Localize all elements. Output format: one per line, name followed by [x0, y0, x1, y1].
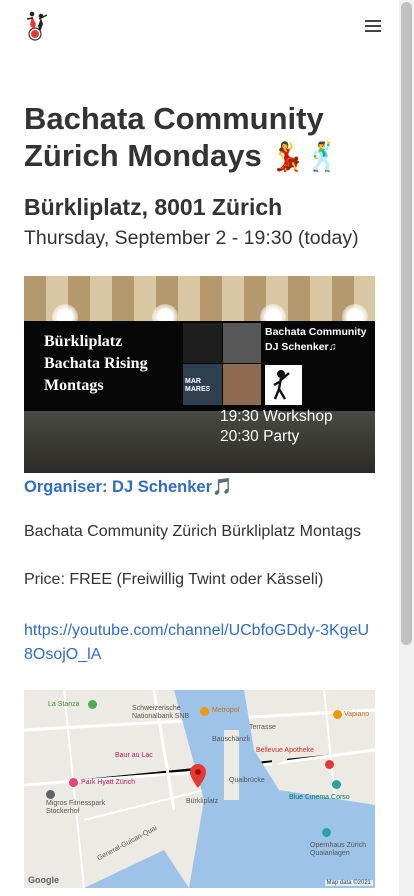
- location-map[interactable]: La Stanza Schweizerische Nationalbank SN…: [24, 690, 375, 888]
- map-data-attribution[interactable]: Map data ©2021: [324, 880, 373, 886]
- banner-photo: [183, 323, 222, 363]
- banner-photo: [223, 323, 261, 363]
- banner-dj-line: DJ Schenker♫: [265, 341, 337, 353]
- banner-title-line: Montags: [44, 377, 104, 394]
- map-label: Bellevue Apotheke: [256, 747, 314, 754]
- map-label: Park Hyatt Zürich: [81, 779, 136, 786]
- dancers-emoji-icon: 💃🕺: [270, 140, 341, 173]
- banner-time-line: 19:30 Workshop: [220, 408, 333, 425]
- map-poi-icon: [325, 760, 334, 769]
- event-venue: Bürkliplatz, 8001 Zürich: [24, 194, 283, 220]
- banner-photo: [223, 364, 261, 405]
- hamburger-menu-icon[interactable]: [362, 16, 384, 36]
- map-poi-icon: [88, 700, 97, 709]
- event-banner-image: Bürkliplatz Bachata Rising Montags MAR M…: [24, 276, 375, 473]
- event-description: Bachata Community Zürich Bürkliplatz Mon…: [24, 523, 362, 540]
- map-label: Metropol: [212, 707, 240, 714]
- map-poi-icon: [332, 780, 341, 789]
- banner-title-line: Bachata Rising: [44, 355, 148, 372]
- event-price: Price: FREE (Freiwillig Twint oder Kässe…: [24, 571, 324, 588]
- map-label: Vapiano: [344, 711, 370, 718]
- map-label: Quaibrücke: [229, 777, 265, 784]
- scrollbar-thumb[interactable]: [401, 2, 412, 645]
- map-label: Schweizerische Nationalbank SNB: [132, 705, 190, 720]
- banner-title-line: Bürkliplatz: [44, 333, 123, 350]
- banner-photo-caption: MAR MARES: [185, 378, 211, 393]
- navbar: [0, 0, 399, 52]
- banner-dj-line: Bachata Community: [265, 326, 367, 338]
- map-label: Terrasse: [249, 724, 276, 731]
- map-poi-icon: [200, 707, 209, 716]
- map-poi-icon: [333, 710, 342, 719]
- map-poi-icon: [46, 790, 55, 799]
- map-label: Migros Fitnesspark Stockerhof: [46, 800, 106, 815]
- banner-dj-text: Bachata Community DJ Schenker♫: [265, 325, 375, 355]
- map-label: Bauschänzli: [212, 736, 250, 743]
- dancer-silhouette-icon: [265, 365, 302, 405]
- map-label: Bürkliplatz: [186, 798, 219, 805]
- event-datetime: Thursday, September 2 - 19:30 (today): [24, 227, 359, 249]
- map-label: La Stanza: [48, 701, 80, 708]
- dancing-couple-logo[interactable]: [24, 10, 50, 42]
- event-title: Bachata Community Zürich Mondays 💃🕺: [24, 100, 375, 175]
- banner-photo: MAR MARES: [183, 364, 222, 405]
- map-poi-icon: [69, 778, 78, 787]
- banner-time-line: 20:30 Party: [220, 428, 300, 445]
- youtube-link[interactable]: https://youtube.com/channel/UCbfoGDdy-3K…: [24, 619, 375, 667]
- map-label: Blue Cinema Corso: [289, 794, 350, 801]
- map-location-marker-icon[interactable]: [190, 764, 206, 788]
- organiser-link[interactable]: Organiser: DJ Schenker🎵: [24, 478, 233, 497]
- map-label: Opernhaus Zürich Quaianlagen: [310, 842, 367, 857]
- map-poi-icon: [322, 828, 331, 837]
- map-label: Baur au Lac: [115, 752, 153, 759]
- banner-ceiling: [24, 276, 375, 330]
- banner-title: Bürkliplatz Bachata Rising Montags: [44, 331, 194, 397]
- banner-schedule: 19:30 Workshop 20:30 Party: [220, 407, 333, 447]
- map-streets: [24, 690, 375, 888]
- google-logo: Google: [28, 875, 59, 885]
